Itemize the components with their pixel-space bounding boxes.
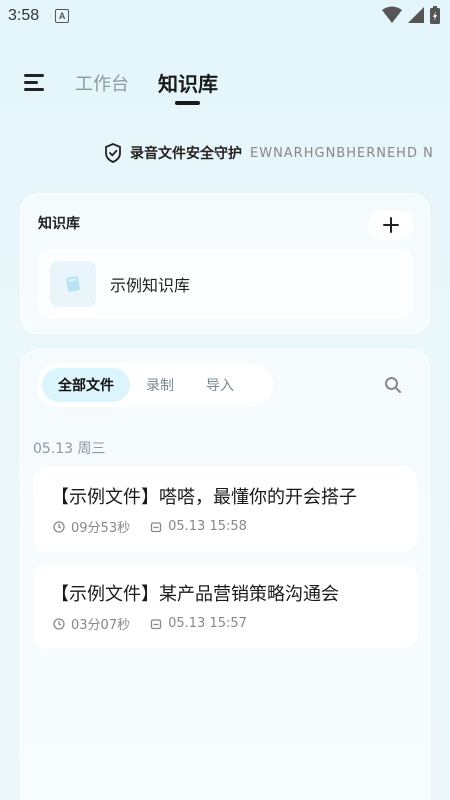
filter-tabs: 全部文件 录制 导入 xyxy=(37,363,273,407)
file-meta: 03分07秒 05.13 15:57 xyxy=(53,614,247,633)
knowledge-base-name: 示例知识库 xyxy=(110,276,191,295)
menu-icon[interactable] xyxy=(24,74,46,92)
book-icon xyxy=(50,261,96,307)
filter-tab-all[interactable]: 全部文件 xyxy=(42,368,130,402)
date-group-header: 05.13 周三 xyxy=(33,441,106,457)
status-icons xyxy=(382,6,440,24)
clock-icon xyxy=(53,520,65,533)
security-scroll-text: EWNARHGNBHERNEHD N xyxy=(250,145,434,161)
file-title: 【示例文件】某产品营销策略沟通会 xyxy=(51,584,339,605)
file-datetime: 05.13 15:58 xyxy=(168,519,247,534)
clock-icon xyxy=(53,617,65,630)
file-item[interactable]: 【示例文件】嗒嗒，最懂你的开会搭子 09分53秒 05.13 15:58 xyxy=(33,466,418,552)
status-time: 3:58 xyxy=(8,7,40,24)
file-duration: 09分53秒 xyxy=(71,521,131,536)
calendar-icon xyxy=(150,521,162,532)
tab-knowledge-base[interactable]: 知识库 xyxy=(158,68,218,97)
wifi-icon xyxy=(382,6,402,23)
knowledge-base-item[interactable]: 示例知识库 xyxy=(38,249,413,319)
knowledge-base-title: 知识库 xyxy=(38,216,80,232)
file-title: 【示例文件】嗒嗒，最懂你的开会搭子 xyxy=(51,487,357,508)
security-text: 录音文件安全守护 xyxy=(130,146,242,162)
shield-icon xyxy=(105,143,121,163)
notification-icon: A xyxy=(55,9,70,23)
top-nav: 工作台 知识库 xyxy=(0,58,450,108)
active-tab-indicator xyxy=(175,101,200,105)
file-item[interactable]: 【示例文件】某产品营销策略沟通会 03分07秒 05.13 15:57 xyxy=(33,563,418,649)
file-datetime: 05.13 15:57 xyxy=(168,616,247,631)
file-meta: 09分53秒 05.13 15:58 xyxy=(53,517,247,536)
security-banner: 录音文件安全守护 EWNARHGNBHERNEHD N xyxy=(104,142,450,164)
status-bar: 3:58 A xyxy=(0,0,450,32)
filter-tab-imported[interactable]: 导入 xyxy=(190,368,250,402)
battery-icon xyxy=(430,6,440,24)
calendar-icon xyxy=(150,618,162,629)
search-icon[interactable] xyxy=(384,376,402,394)
signal-icon xyxy=(408,7,424,23)
knowledge-base-card: 知识库 示例知识库 xyxy=(20,193,430,334)
plus-icon xyxy=(383,217,399,233)
add-knowledge-base-button[interactable] xyxy=(368,210,414,240)
file-duration: 03分07秒 xyxy=(71,618,131,633)
tab-workbench[interactable]: 工作台 xyxy=(75,70,129,96)
files-card: 全部文件 录制 导入 05.13 周三 【示例文件】嗒嗒，最懂你的开会搭子 09… xyxy=(20,349,430,800)
filter-tab-recorded[interactable]: 录制 xyxy=(130,368,190,402)
